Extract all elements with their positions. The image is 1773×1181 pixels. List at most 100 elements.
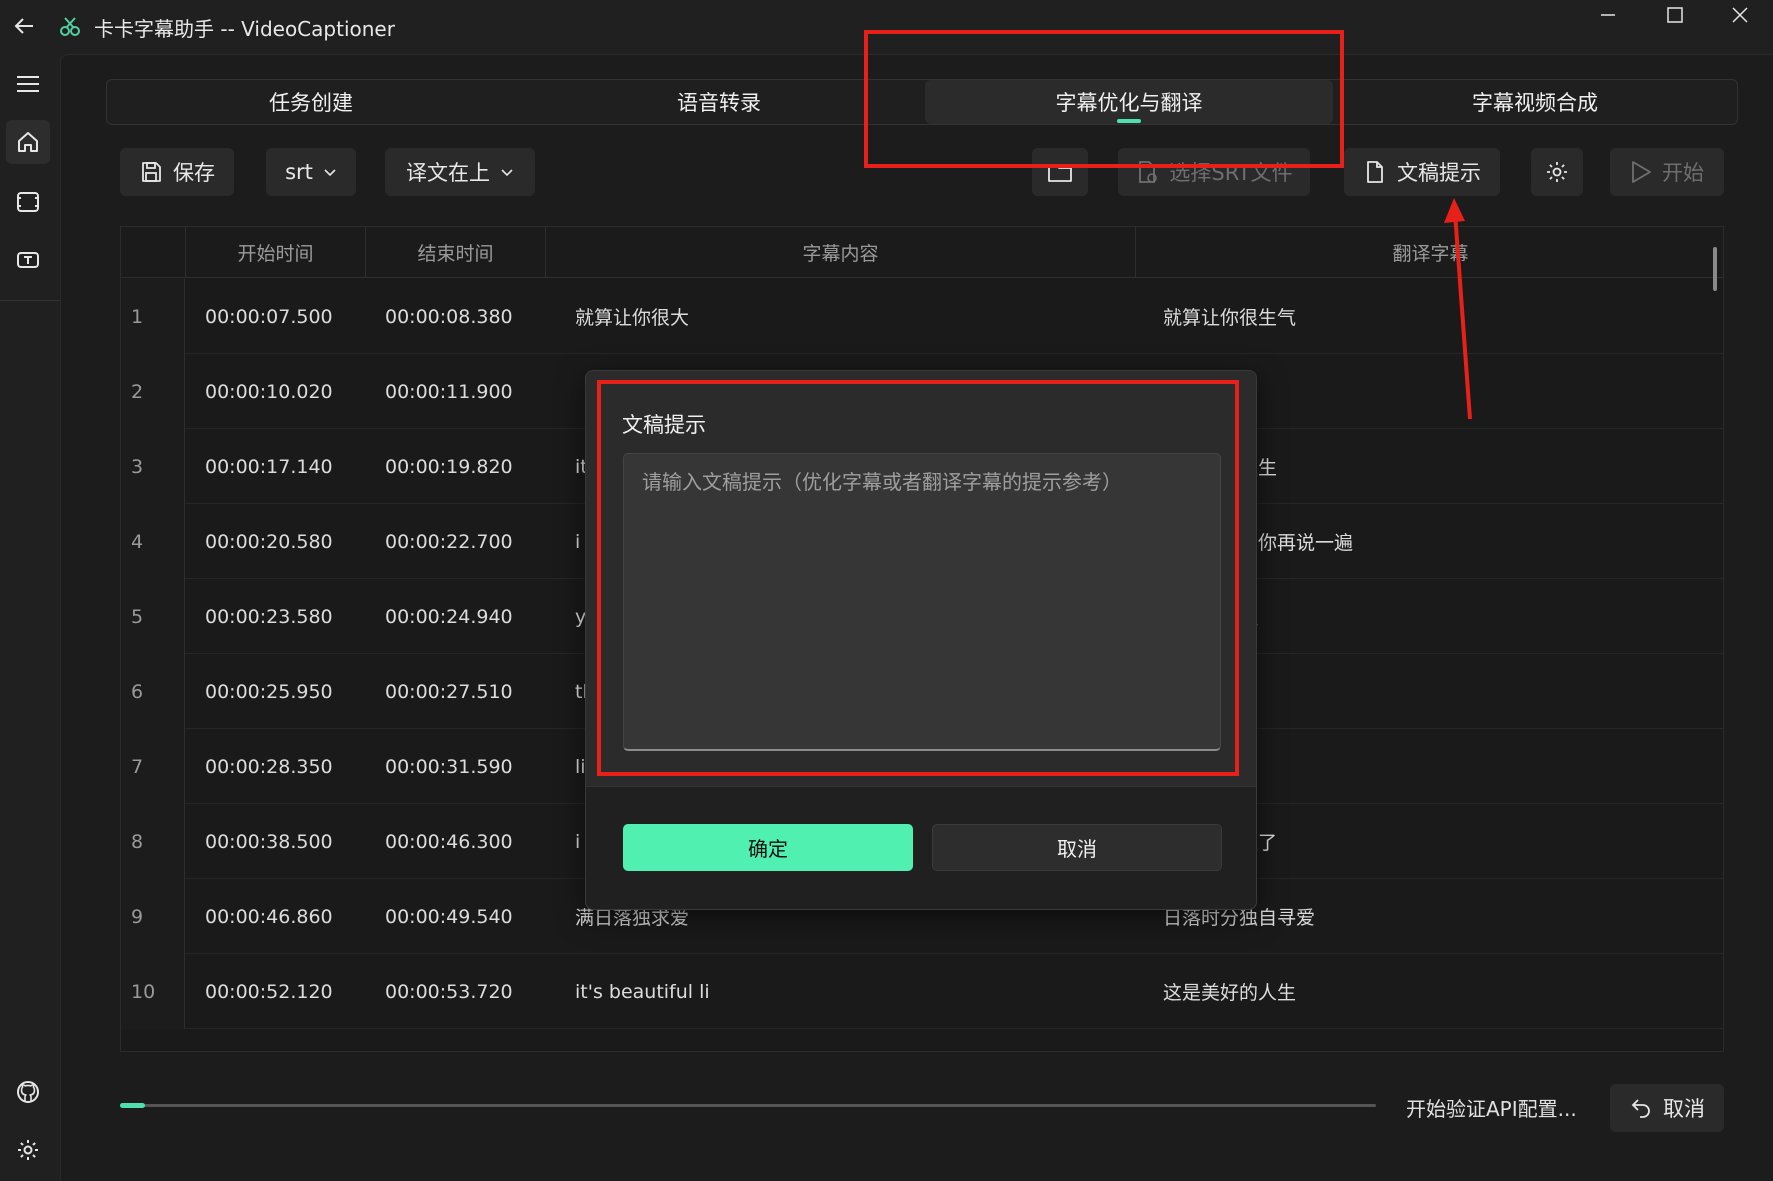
start-time-cell: 00:00:38.500 [205, 830, 333, 853]
start-time-cell: 00:00:07.500 [205, 305, 333, 328]
row-index: 5 [121, 579, 185, 654]
tab-video-synthesis[interactable]: 字幕视频合成 [1331, 80, 1739, 124]
end-time-cell: 00:00:19.820 [385, 455, 513, 478]
end-time-cell: 00:00:53.720 [385, 980, 513, 1003]
end-time-cell: 00:00:27.510 [385, 680, 513, 703]
doc-prompt-label: 文稿提示 [1397, 161, 1481, 185]
github-button[interactable] [6, 1070, 50, 1114]
chevron-down-icon [501, 169, 513, 177]
github-icon [17, 1081, 39, 1103]
content-cell: li [575, 755, 586, 778]
start-button[interactable]: 开始 [1610, 148, 1724, 196]
confirm-button[interactable]: 确定 [623, 824, 913, 871]
minimize-button[interactable] [1575, 0, 1641, 30]
annotation-box-dialog [597, 380, 1239, 776]
close-button[interactable] [1707, 0, 1773, 30]
chevron-down-icon [324, 169, 336, 177]
maximize-button[interactable] [1642, 0, 1708, 30]
close-icon [1732, 7, 1748, 23]
cancel-task-button[interactable]: 取消 [1610, 1084, 1724, 1132]
tab-transcription[interactable]: 语音转录 [515, 80, 923, 124]
table-scrollbar[interactable] [1713, 247, 1717, 291]
end-time-cell: 00:00:24.940 [385, 605, 513, 628]
save-icon [142, 162, 161, 182]
start-time-cell: 00:00:46.860 [205, 905, 333, 928]
row-index: 7 [121, 729, 185, 804]
start-time-cell: 00:00:17.140 [205, 455, 333, 478]
row-index: 4 [121, 504, 185, 579]
header-start-time: 开始时间 [185, 227, 365, 278]
table-header: 开始时间 结束时间 字幕内容 翻译字幕 [121, 227, 1723, 278]
content-cell: it's beautiful li [575, 980, 710, 1003]
table-row[interactable]: 10 00:00:52.120 00:00:53.720 it's beautiful… [121, 954, 1723, 1029]
nav-home[interactable] [6, 120, 50, 164]
doc-prompt-button[interactable]: 文稿提示 [1344, 148, 1500, 196]
save-button[interactable]: 保存 [120, 148, 234, 196]
play-icon [1632, 161, 1651, 183]
end-time-cell: 00:00:22.700 [385, 530, 513, 553]
end-time-cell: 00:00:31.590 [385, 755, 513, 778]
row-index: 10 [121, 954, 185, 1029]
menu-button[interactable] [6, 62, 50, 106]
format-select[interactable]: srt [266, 148, 356, 196]
start-time-cell: 00:00:28.350 [205, 755, 333, 778]
row-index: 8 [121, 804, 185, 879]
start-time-cell: 00:00:10.020 [205, 380, 333, 403]
annotation-box-tab [864, 30, 1344, 168]
subtitle-icon [17, 252, 39, 268]
layout-value: 译文在上 [406, 161, 490, 185]
tab-label: 语音转录 [677, 91, 761, 115]
left-navigation [0, 54, 60, 1181]
arrow-left-icon [14, 18, 33, 34]
cancel-button[interactable]: 取消 [932, 824, 1222, 871]
end-time-cell: 00:00:11.900 [385, 380, 513, 403]
content-cell: i [575, 530, 581, 553]
header-translation: 翻译字幕 [1135, 227, 1723, 278]
row-index: 9 [121, 879, 185, 954]
tab-label: 任务创建 [269, 91, 353, 115]
start-time-cell: 00:00:20.580 [205, 530, 333, 553]
start-time-cell: 00:00:52.120 [205, 980, 333, 1003]
app-logo-icon [56, 12, 84, 40]
video-icon [17, 192, 39, 212]
nav-divider [0, 300, 60, 301]
end-time-cell: 00:00:46.300 [385, 830, 513, 853]
settings-button[interactable] [6, 1128, 50, 1172]
row-index: 1 [121, 279, 185, 354]
progress-bar [120, 1103, 1376, 1108]
translation-cell: 就算让你很生气 [1163, 307, 1297, 329]
format-value: srt [285, 160, 313, 184]
start-label: 开始 [1662, 161, 1704, 185]
nav-subtitle[interactable] [6, 238, 50, 282]
translation-cell: 这是美好的人生 [1163, 982, 1297, 1004]
gear-icon [1547, 162, 1567, 182]
maximize-icon [1667, 7, 1683, 23]
config-button[interactable] [1531, 148, 1583, 196]
header-end-time: 结束时间 [365, 227, 545, 278]
start-time-cell: 00:00:23.580 [205, 605, 333, 628]
tab-label: 字幕视频合成 [1472, 91, 1598, 115]
minimize-icon [1601, 14, 1615, 16]
nav-video[interactable] [6, 180, 50, 224]
progress-fill [120, 1103, 146, 1108]
cancel-task-label: 取消 [1663, 1097, 1705, 1121]
status-text: 开始验证API配置... [1406, 1097, 1577, 1121]
window-title: 卡卡字幕助手 -- VideoCaptioner [94, 17, 395, 41]
gear-icon [18, 1140, 38, 1160]
header-content: 字幕内容 [545, 227, 1135, 278]
table-row[interactable]: 1 00:00:07.500 00:00:08.380 就算让你很大 就算让你很生气 [121, 279, 1723, 354]
row-index: 3 [121, 429, 185, 504]
home-icon [18, 132, 38, 152]
content-cell: i [575, 830, 581, 853]
row-index: 2 [121, 354, 185, 429]
content-cell: 就算让你很大 [575, 307, 690, 329]
row-index: 6 [121, 654, 185, 729]
menu-icon [17, 76, 39, 92]
tab-task-create[interactable]: 任务创建 [107, 80, 515, 124]
document-icon [1367, 161, 1383, 183]
end-time-cell: 00:00:49.540 [385, 905, 513, 928]
save-label: 保存 [173, 161, 215, 185]
back-button[interactable] [6, 8, 42, 44]
start-time-cell: 00:00:25.950 [205, 680, 333, 703]
layout-select[interactable]: 译文在上 [385, 148, 535, 196]
